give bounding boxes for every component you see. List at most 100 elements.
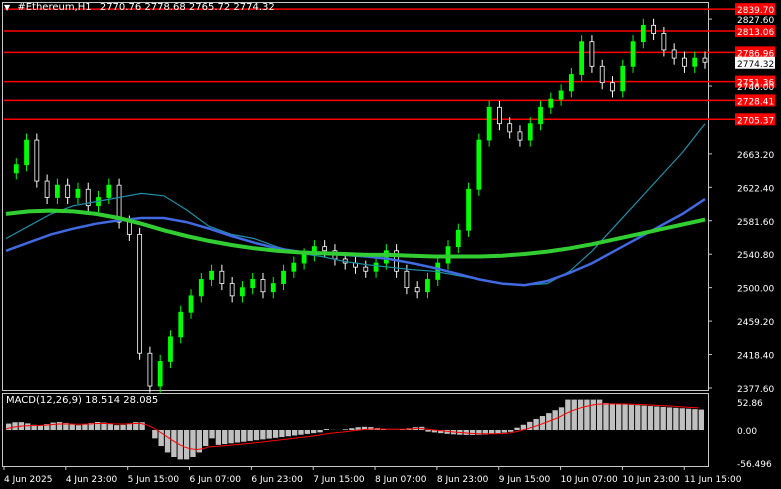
price-axis-label: 2377.60 (737, 385, 774, 395)
macd-bar (654, 406, 660, 430)
chart-header: ▼ #Ethereum,H1 2770.76 2778.68 2765.72 2… (4, 2, 275, 13)
macd-bar (342, 429, 349, 430)
candle-body (466, 188, 471, 231)
time-axis-label: 6 Jun 23:00 (251, 475, 303, 485)
price-series (13, 18, 708, 393)
candle-body (250, 279, 256, 289)
macd-bar (209, 430, 215, 439)
candle-body (240, 287, 245, 297)
candle-body (383, 250, 389, 264)
trading-chart-window[interactable]: 2839.70 2813.06 2786.96 2751.36 2728.41 2705.… (0, 0, 781, 489)
time-axis-label: 9 Jun 15:00 (499, 475, 551, 485)
time-axis-label: 6 Jun 07:00 (190, 475, 242, 485)
macd-bar (190, 430, 196, 458)
macd-bar (298, 430, 304, 435)
candle-body (75, 188, 81, 198)
macd-bar (508, 430, 514, 432)
time-axis-label: 11 Jun 15:00 (684, 475, 741, 485)
candle-body (363, 266, 369, 272)
macd-bar (622, 404, 628, 430)
candle-body (157, 361, 163, 387)
price-axis-label: 2746.00 (737, 83, 774, 93)
macd-bar (692, 409, 698, 430)
candle-body (260, 279, 266, 293)
macd-bar (603, 403, 609, 430)
macd-bar (495, 430, 501, 434)
macd-bar (222, 430, 228, 445)
time-axis-label: 10 Jun 07:00 (561, 475, 618, 485)
time-axis-label: 8 Jun 23:00 (437, 475, 489, 485)
macd-bar (628, 404, 635, 430)
candle-body (538, 106, 543, 125)
macd-bar (291, 430, 298, 436)
macd-axis-label: 52.86 (737, 399, 763, 409)
symbol-label: #Ethereum,H1 (17, 2, 92, 13)
candle-body (476, 139, 482, 190)
candle-body (301, 254, 307, 264)
level-label: 2728.41 (737, 97, 774, 107)
macd-bar (311, 430, 317, 434)
macd-bar (50, 422, 56, 430)
candle-body (425, 279, 430, 293)
macd-bar (685, 408, 692, 430)
candle-body (147, 352, 153, 387)
macd-bar (666, 407, 673, 430)
macd-bar (609, 403, 616, 430)
price-axis-label: 2500.00 (737, 285, 774, 295)
macd-bar (69, 424, 75, 430)
candle-body (65, 184, 71, 198)
candle-body (548, 98, 554, 108)
price-axis-label: 2827.60 (737, 16, 774, 26)
horizontal-levels: 2839.702813.062786.962751.362728.412705.… (4, 3, 775, 126)
candle-body (579, 41, 585, 75)
macd-bar (577, 399, 584, 430)
macd-bar (107, 424, 114, 430)
macd-bar (514, 427, 520, 430)
candle-body (373, 262, 379, 272)
candle-body (291, 262, 297, 272)
price-chart[interactable]: 2839.702813.062786.962751.362728.412705.… (0, 0, 781, 489)
triangle-down-icon[interactable]: ▼ (4, 3, 10, 12)
time-axis-label: 4 Jun 23:00 (66, 475, 118, 485)
macd-bar (501, 430, 508, 433)
ohlc-values: 2770.76 2778.68 2765.72 2774.32 (99, 2, 275, 13)
macd-bar (247, 430, 253, 441)
candle-body (661, 33, 667, 51)
candle-body (682, 57, 687, 67)
candle-body (209, 270, 214, 280)
macd-bar (12, 422, 18, 430)
macd-bar (317, 430, 323, 433)
candle-body (599, 65, 605, 84)
macd-bar (323, 429, 330, 430)
macd-bar (571, 399, 577, 430)
time-axis-label: 4 Jun 2025 (4, 475, 52, 485)
macd-bar (228, 430, 234, 444)
macd-bar (641, 405, 647, 430)
macd-bar (673, 407, 679, 430)
candle-body (322, 246, 328, 252)
macd-bar (25, 423, 31, 430)
candle-body (168, 336, 173, 362)
candle-body (568, 74, 574, 92)
macd-bar (698, 409, 704, 430)
macd-bar (75, 425, 82, 430)
candle-body (24, 139, 29, 166)
candle-body (44, 180, 50, 198)
candle-body (404, 270, 410, 289)
time-axis-label: 7 Jun 15:00 (313, 475, 365, 485)
price-axis: 2827.60 2774.32 2746.00 2663.20 2622.40 2581.… (708, 16, 775, 470)
macd-bar (304, 430, 311, 434)
time-axis-label: 5 Jun 15:00 (128, 475, 180, 485)
candle-body (270, 283, 276, 293)
macd-histogram (5, 399, 704, 460)
candle-body (106, 184, 112, 198)
macd-bar (152, 430, 158, 439)
time-axis-label: 10 Jun 23:00 (622, 475, 679, 485)
macd-label: MACD(12,26,9) 18.514 28.085 (6, 395, 159, 406)
candle-body (198, 279, 204, 297)
macd-axis-label: -56.496 (737, 460, 772, 470)
price-axis-label: 2540.80 (737, 251, 774, 261)
macd-bar (425, 430, 431, 432)
price-axis-label: 2622.40 (737, 184, 774, 194)
moving-average-line (5, 208, 706, 259)
